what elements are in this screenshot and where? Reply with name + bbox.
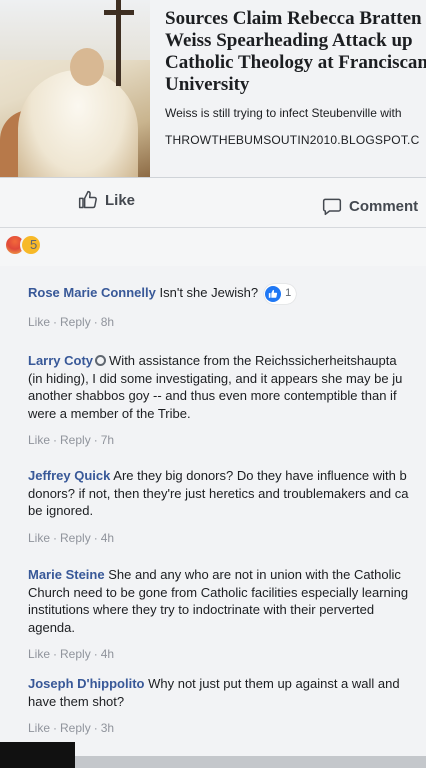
link-title[interactable]: Sources Claim Rebecca Bratten Weiss Spea… bbox=[165, 8, 426, 96]
post-action-bar: Like Comment bbox=[0, 178, 426, 228]
reaction-summary[interactable]: 5 bbox=[0, 228, 426, 266]
comment-timestamp[interactable]: 3h bbox=[101, 721, 114, 735]
comments-list: Rose Marie Connelly Isn't she Jewish? 1 L… bbox=[0, 266, 426, 768]
reaction-count[interactable]: 5 bbox=[30, 237, 37, 252]
comment-like-link[interactable]: Like bbox=[28, 315, 50, 329]
comment-timestamp[interactable]: 7h bbox=[101, 433, 114, 447]
comment-item: Marie Steine She and any who are not in … bbox=[28, 567, 409, 661]
like-button[interactable]: Like bbox=[78, 190, 135, 210]
comment-reply-link[interactable]: Reply bbox=[60, 433, 91, 447]
comment-item: Jeffrey Quick Are they big donors? Do th… bbox=[28, 468, 409, 545]
like-button-label: Like bbox=[105, 191, 136, 209]
link-domain: THROWTHEBUMSOUTIN2010.BLOGSPOT.C bbox=[165, 133, 420, 147]
comment-like-count: 1 bbox=[285, 287, 292, 299]
comment-text: Isn't she Jewish? bbox=[159, 285, 259, 301]
comment-button[interactable]: Comment bbox=[322, 196, 418, 216]
comment-author[interactable]: Marie Steine bbox=[28, 567, 105, 582]
comment-item: Joseph D'hippolito Why not just put them… bbox=[28, 676, 400, 735]
comment-timestamp[interactable]: 8h bbox=[101, 315, 114, 329]
comment-item: Larry Coty With assistance from the Reich… bbox=[28, 353, 403, 447]
comment-timestamp[interactable]: 4h bbox=[101, 647, 114, 661]
comment-author[interactable]: Rose Marie Connelly bbox=[28, 285, 156, 300]
comment-bubble-icon bbox=[322, 198, 342, 216]
thumbs-up-icon bbox=[78, 190, 97, 209]
comment-timestamp[interactable]: 4h bbox=[101, 531, 114, 545]
comment-reply-link[interactable]: Reply bbox=[60, 315, 91, 329]
comment-reply-link[interactable]: Reply bbox=[60, 721, 91, 735]
link-preview-card[interactable]: Sources Claim Rebecca Bratten Weiss Spea… bbox=[0, 0, 426, 178]
comment-like-link[interactable]: Like bbox=[28, 433, 50, 447]
comment-author[interactable]: Jeffrey Quick bbox=[28, 468, 110, 483]
comment-reply-link[interactable]: Reply bbox=[60, 647, 91, 661]
thumbs-up-icon bbox=[265, 285, 282, 302]
comment-like-link[interactable]: Like bbox=[28, 721, 50, 735]
link-description: Weiss is still trying to infect Steubenv… bbox=[165, 106, 402, 120]
comment-like-link[interactable]: Like bbox=[28, 531, 50, 545]
verified-badge-icon bbox=[95, 355, 107, 366]
comment-item: Rose Marie Connelly Isn't she Jewish? 1 L… bbox=[28, 284, 426, 329]
bottom-strip bbox=[75, 756, 426, 768]
link-thumbnail-image[interactable] bbox=[0, 0, 150, 177]
comment-like-link[interactable]: Like bbox=[28, 647, 50, 661]
comment-author[interactable]: Larry Coty bbox=[28, 353, 93, 368]
comment-like-badge[interactable]: 1 bbox=[264, 284, 297, 304]
comment-reply-link[interactable]: Reply bbox=[60, 531, 91, 545]
comment-author[interactable]: Joseph D'hippolito bbox=[28, 676, 144, 691]
screen-bezel bbox=[0, 742, 75, 768]
comment-button-label: Comment bbox=[349, 197, 419, 215]
